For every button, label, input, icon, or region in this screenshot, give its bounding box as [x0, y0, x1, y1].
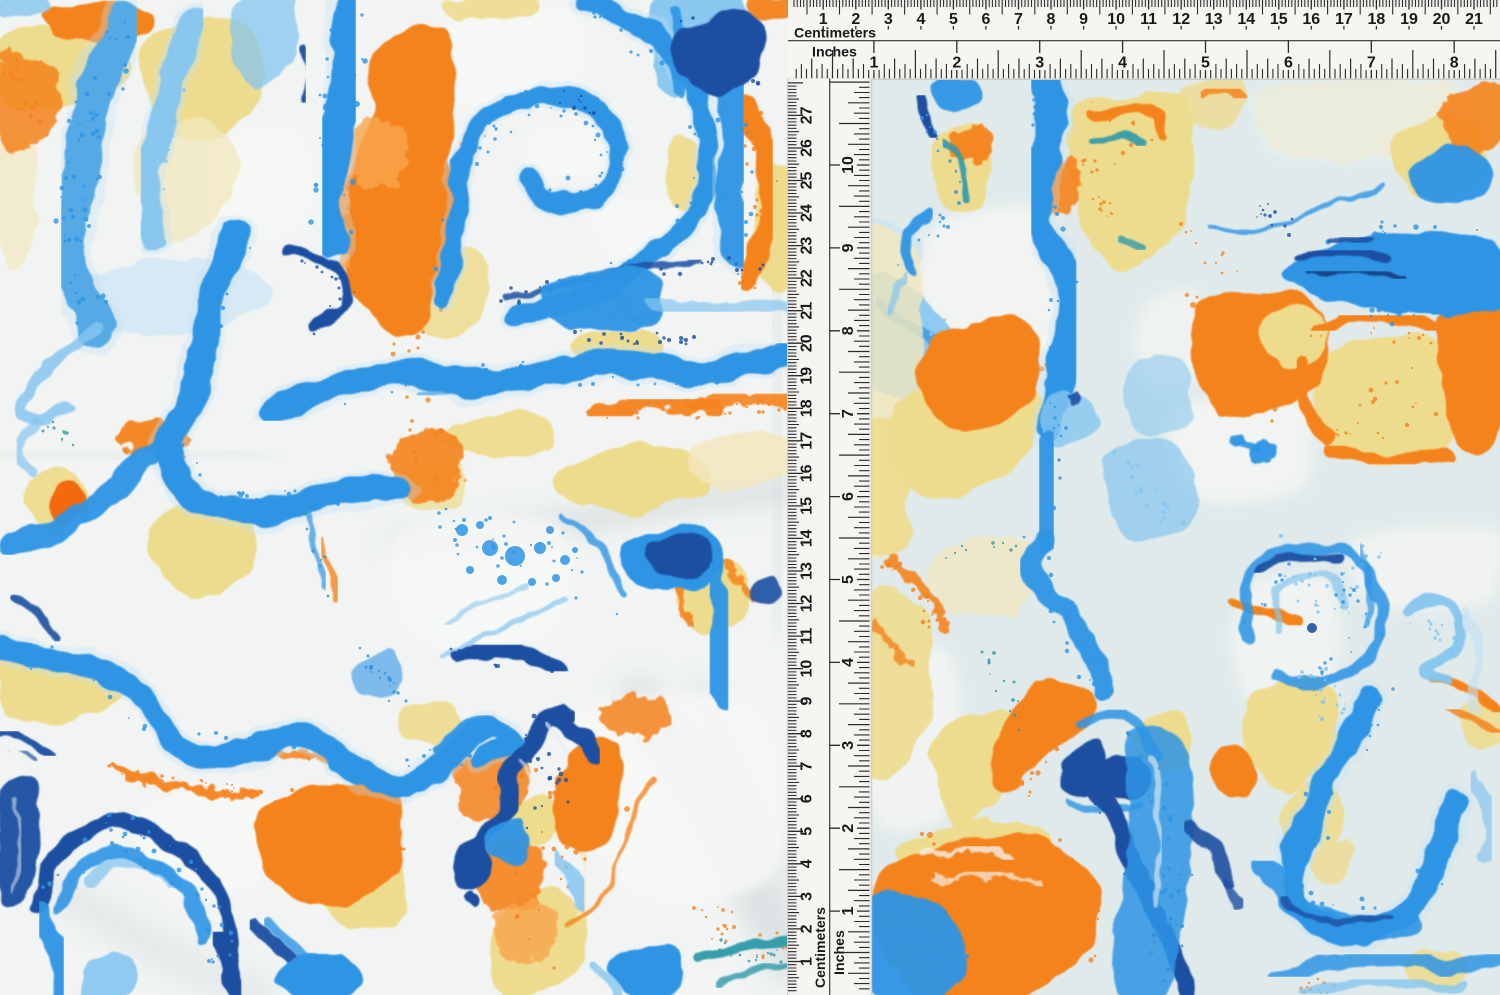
svg-text:6: 6 [1284, 55, 1293, 72]
svg-text:17: 17 [799, 432, 816, 450]
svg-text:Centimeters: Centimeters [794, 26, 876, 42]
svg-text:19: 19 [1400, 11, 1418, 28]
svg-text:5: 5 [1201, 55, 1210, 72]
svg-text:10: 10 [799, 660, 816, 678]
svg-text:22: 22 [799, 269, 816, 287]
svg-text:18: 18 [799, 399, 816, 417]
svg-text:2: 2 [840, 824, 857, 833]
svg-text:4: 4 [916, 11, 925, 28]
svg-text:5: 5 [799, 827, 816, 836]
svg-text:8: 8 [840, 326, 857, 335]
svg-text:5: 5 [949, 11, 958, 28]
svg-text:9: 9 [799, 697, 816, 706]
svg-text:14: 14 [799, 529, 816, 547]
svg-text:19: 19 [799, 367, 816, 385]
svg-text:16: 16 [799, 464, 816, 482]
svg-text:21: 21 [1465, 11, 1483, 28]
svg-text:27: 27 [799, 106, 816, 124]
svg-text:8: 8 [1047, 11, 1056, 28]
svg-text:18: 18 [1368, 11, 1386, 28]
svg-text:13: 13 [799, 562, 816, 580]
svg-text:23: 23 [799, 237, 816, 255]
svg-text:2: 2 [952, 55, 961, 72]
svg-text:Inches: Inches [812, 45, 857, 61]
svg-text:7: 7 [799, 762, 816, 771]
svg-text:12: 12 [799, 595, 816, 613]
svg-text:17: 17 [1335, 11, 1353, 28]
svg-text:1: 1 [840, 907, 857, 916]
svg-text:9: 9 [840, 243, 857, 252]
svg-text:7: 7 [1367, 55, 1376, 72]
svg-text:10: 10 [840, 156, 857, 174]
svg-text:8: 8 [799, 729, 816, 738]
svg-text:7: 7 [1014, 11, 1023, 28]
svg-text:26: 26 [799, 139, 816, 157]
svg-text:15: 15 [1270, 11, 1288, 28]
svg-text:15: 15 [799, 497, 816, 515]
svg-text:6: 6 [981, 11, 990, 28]
svg-text:10: 10 [1107, 11, 1125, 28]
svg-text:25: 25 [799, 172, 816, 190]
svg-text:4: 4 [840, 658, 857, 667]
svg-text:20: 20 [1433, 11, 1451, 28]
svg-text:13: 13 [1205, 11, 1223, 28]
svg-text:8: 8 [1450, 55, 1459, 72]
svg-text:Inches: Inches [832, 930, 848, 975]
svg-text:1: 1 [869, 55, 878, 72]
svg-text:Centimeters: Centimeters [812, 907, 828, 988]
svg-text:21: 21 [799, 302, 816, 320]
svg-text:3: 3 [884, 11, 893, 28]
svg-text:6: 6 [840, 492, 857, 501]
svg-text:3: 3 [799, 892, 816, 901]
svg-text:14: 14 [1237, 11, 1255, 28]
svg-text:20: 20 [799, 334, 816, 352]
svg-text:11: 11 [1140, 11, 1157, 28]
svg-text:3: 3 [1035, 55, 1044, 72]
svg-text:7: 7 [840, 409, 857, 418]
svg-text:12: 12 [1172, 11, 1190, 28]
svg-text:9: 9 [1079, 11, 1088, 28]
svg-text:4: 4 [1118, 55, 1127, 72]
svg-text:16: 16 [1302, 11, 1320, 28]
svg-text:11: 11 [799, 628, 816, 645]
svg-text:24: 24 [799, 204, 816, 222]
svg-text:4: 4 [799, 859, 816, 868]
svg-text:3: 3 [840, 741, 857, 750]
svg-text:5: 5 [840, 575, 857, 584]
svg-text:6: 6 [799, 794, 816, 803]
